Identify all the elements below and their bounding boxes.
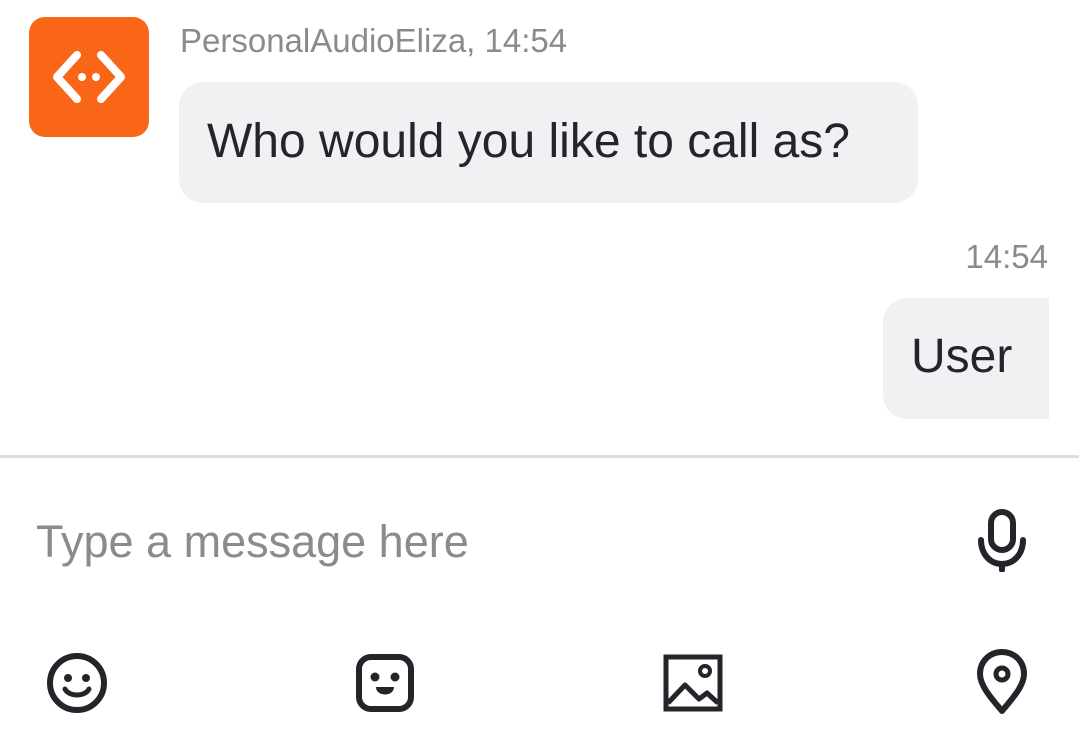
incoming-sender-meta: PersonalAudioEliza, 14:54 — [180, 22, 568, 59]
outgoing-message-bubble[interactable]: User — [883, 298, 1049, 419]
outgoing-message-text: User — [911, 330, 1013, 383]
emoji-button[interactable] — [42, 648, 112, 718]
microphone-icon — [978, 509, 1026, 572]
location-icon — [977, 649, 1027, 714]
code-brackets-icon — [53, 51, 125, 103]
image-icon — [663, 654, 723, 712]
microphone-button[interactable] — [970, 506, 1034, 574]
sticker-button[interactable] — [350, 648, 420, 718]
incoming-message-bubble[interactable]: Who would you like to call as? — [179, 82, 918, 203]
location-button[interactable] — [970, 646, 1034, 718]
emoji-icon — [47, 653, 107, 713]
message-input[interactable] — [36, 510, 936, 574]
incoming-message-text: Who would you like to call as? — [207, 115, 850, 168]
sticker-icon — [356, 654, 414, 712]
bot-avatar[interactable] — [29, 17, 149, 137]
outgoing-message-time: 14:54 — [965, 238, 1048, 275]
composer-divider — [0, 455, 1079, 458]
image-button[interactable] — [658, 648, 728, 718]
